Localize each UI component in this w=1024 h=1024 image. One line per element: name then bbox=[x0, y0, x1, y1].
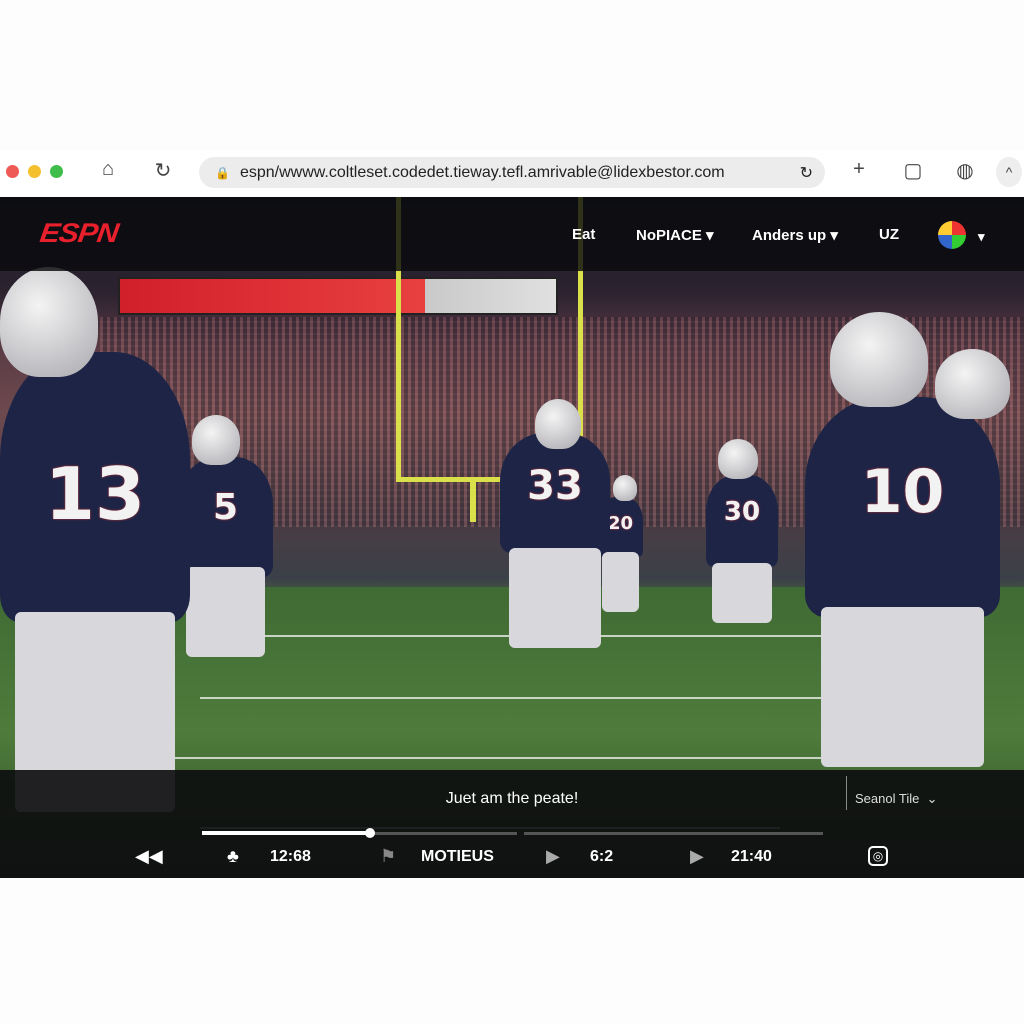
rewind-icon[interactable]: ◀◀ bbox=[135, 846, 163, 867]
address-bar[interactable]: 🔒 espn/wwww.coltleset.codedet.tieway.tef… bbox=[199, 157, 825, 188]
close-window-button[interactable] bbox=[6, 165, 19, 178]
chevron-down-icon: ▾ bbox=[830, 227, 838, 244]
video-controls: Juet am the peate! Seanol Tile ⌄ ◀◀ ♣ 12… bbox=[0, 770, 1024, 878]
counter: 6:2 bbox=[590, 848, 614, 865]
url-text: espn/wwww.coltleset.codedet.tieway.tefl.… bbox=[239, 163, 725, 181]
player: 5 bbox=[178, 457, 273, 657]
player: 30 bbox=[706, 475, 778, 623]
play-icon[interactable]: ▶ bbox=[690, 846, 704, 867]
elapsed-time: 12:68 bbox=[270, 848, 311, 865]
scoreboard bbox=[118, 277, 558, 315]
subtitle-select-value: Seanol Tile bbox=[855, 791, 920, 806]
minimize-window-button[interactable] bbox=[28, 165, 41, 178]
progress-handle[interactable] bbox=[364, 828, 375, 838]
player: 13 bbox=[0, 352, 190, 812]
flag-icon: ⚑ bbox=[380, 846, 397, 866]
progress-track-secondary[interactable] bbox=[524, 832, 823, 835]
nav-item-label: Anders up bbox=[752, 227, 827, 244]
play-icon[interactable]: ▶ bbox=[546, 846, 560, 867]
profile-icon[interactable]: ^ bbox=[996, 157, 1022, 187]
lock-icon: 🔒 bbox=[215, 165, 230, 180]
reload-icon[interactable]: ↻ bbox=[150, 158, 176, 183]
user-icon: ♣ bbox=[227, 846, 239, 866]
progress-fill bbox=[202, 831, 370, 835]
channel-label[interactable]: MOTIEUS bbox=[421, 848, 494, 866]
chevron-down-icon: ▾ bbox=[706, 227, 714, 244]
new-tab-icon[interactable]: + bbox=[846, 158, 872, 181]
chevron-down-icon[interactable]: ▾ bbox=[978, 229, 985, 245]
share-icon[interactable]: ▢ bbox=[900, 158, 926, 183]
maximize-window-button[interactable] bbox=[50, 165, 63, 178]
home-icon[interactable]: ⌂ bbox=[95, 158, 121, 181]
espn-navbar: ESPN Eat NoPIACE ▾ Anders up ▾ UZ ▾ bbox=[0, 197, 1024, 271]
chevron-down-icon: ⌄ bbox=[926, 791, 938, 806]
player: 33 bbox=[500, 433, 610, 648]
nav-item-uz[interactable]: UZ bbox=[879, 226, 899, 243]
camera-icon[interactable]: ◎ bbox=[868, 846, 888, 866]
nav-item-anders-up[interactable]: Anders up ▾ bbox=[752, 226, 838, 244]
globe-icon[interactable] bbox=[938, 221, 966, 249]
refresh-icon[interactable]: ↻ bbox=[800, 163, 813, 183]
duration: 21:40 bbox=[731, 848, 772, 865]
nav-item-label: NoPIACE bbox=[636, 227, 702, 244]
subtitle-select[interactable]: Seanol Tile ⌄ bbox=[846, 776, 937, 810]
espn-logo[interactable]: ESPN bbox=[38, 219, 120, 250]
nav-item-noplace[interactable]: NoPIACE ▾ bbox=[636, 226, 714, 244]
nav-item-eat[interactable]: Eat bbox=[572, 226, 595, 243]
basketball-icon[interactable]: ◍ bbox=[952, 158, 978, 183]
player: 10 bbox=[805, 397, 1000, 767]
